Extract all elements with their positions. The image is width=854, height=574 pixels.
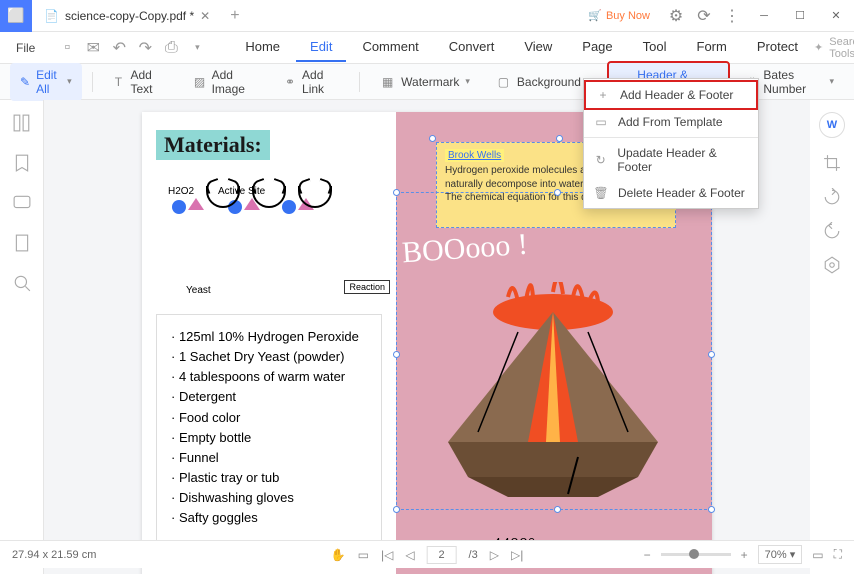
tab-form[interactable]: Form <box>683 33 741 62</box>
pdf-icon: 📄 <box>44 9 59 23</box>
maximize-button[interactable]: ☐ <box>786 2 814 30</box>
tab-home[interactable]: Home <box>231 33 294 62</box>
link-icon: ⚭ <box>284 74 296 89</box>
print-icon[interactable]: ⎙ <box>161 38 181 58</box>
template-icon: ▭ <box>594 115 608 129</box>
tab-view[interactable]: View <box>510 33 566 62</box>
wand-icon: ✦ <box>814 41 823 54</box>
page-input[interactable]: 2 <box>427 546 457 564</box>
rotate-right-icon[interactable] <box>823 188 841 206</box>
tab-edit[interactable]: Edit <box>296 33 346 62</box>
tab-convert[interactable]: Convert <box>435 33 509 62</box>
image-icon: ▨ <box>194 74 206 89</box>
buy-now-link[interactable]: 🛒 Buy Now <box>588 9 650 22</box>
crop-icon[interactable] <box>823 154 841 172</box>
word-badge-icon[interactable]: W <box>819 112 845 138</box>
rotate-left-icon[interactable] <box>823 222 841 240</box>
save-icon[interactable]: ▫ <box>57 38 77 58</box>
zoom-select[interactable]: 70% ▾ <box>758 545 803 564</box>
add-image-button[interactable]: ▨ Add Image <box>184 63 269 101</box>
materials-heading: Materials: <box>156 130 270 160</box>
text-icon: T <box>112 74 124 89</box>
zoom-slider[interactable] <box>661 553 731 556</box>
watermark-button[interactable]: ▦ Watermark ▾ <box>370 69 480 94</box>
app-logo-icon: ⬜ <box>0 0 32 32</box>
close-tab-icon[interactable]: ✕ <box>200 9 210 23</box>
next-page-button[interactable]: ▷ <box>490 548 499 562</box>
settings-icon[interactable] <box>823 256 841 274</box>
tab-tool[interactable]: Tool <box>629 33 681 62</box>
delete-header-footer-item[interactable]: 🗑 Delete Header & Footer <box>584 180 758 206</box>
hand-tool-icon[interactable]: ✋ <box>331 548 346 562</box>
thumbnails-icon[interactable] <box>13 114 31 132</box>
cart-icon: 🛒 <box>588 9 602 22</box>
fullscreen-icon[interactable]: ⛶ <box>834 547 842 562</box>
close-window-button[interactable]: ✕ <box>822 2 850 30</box>
prev-page-button[interactable]: ◁ <box>405 548 414 562</box>
plus-icon: + <box>596 88 610 102</box>
attachments-icon[interactable] <box>13 234 31 252</box>
new-tab-button[interactable]: + <box>222 7 247 25</box>
document-tab[interactable]: 📄 science-copy-Copy.pdf * ✕ <box>32 2 222 30</box>
tab-protect[interactable]: Protect <box>743 33 812 62</box>
add-from-template-item[interactable]: ▭ Add From Template <box>584 109 758 135</box>
trash-icon: 🗑 <box>594 186 608 200</box>
minimize-button[interactable]: ─ <box>750 2 778 30</box>
yeast-diagram: H2O2 Active Site Yeast Reaction <box>156 186 382 286</box>
tab-page[interactable]: Page <box>568 33 626 62</box>
refresh-icon: ↻ <box>594 153 607 167</box>
zoom-out-button[interactable]: − <box>644 548 651 562</box>
more-icon[interactable]: ⋮ <box>722 6 742 26</box>
add-text-button[interactable]: T Add Text <box>102 63 177 101</box>
tab-comment[interactable]: Comment <box>348 33 432 62</box>
page-total: /3 <box>469 549 478 561</box>
ingredients-list: · 125ml 10% Hydrogen Peroxide · 1 Sachet… <box>156 314 382 541</box>
search-icon[interactable] <box>13 274 31 292</box>
undo-icon[interactable]: ↶ <box>109 38 129 58</box>
first-page-button[interactable]: |◁ <box>381 548 393 562</box>
redo-icon[interactable]: ↷ <box>135 38 155 58</box>
file-menu[interactable]: File <box>6 37 45 59</box>
edit-all-button[interactable]: ✎ Edit All ▾ <box>10 63 82 101</box>
comments-icon[interactable] <box>13 194 31 212</box>
share-icon[interactable]: ⟳ <box>694 6 714 26</box>
watermark-icon: ▦ <box>380 74 395 89</box>
select-tool-icon[interactable]: ▭ <box>358 548 369 562</box>
edit-icon: ✎ <box>20 75 30 89</box>
header-footer-dropdown: + Add Header & Footer ▭ Add From Templat… <box>583 78 759 209</box>
mail-icon[interactable]: ✉ <box>83 38 103 58</box>
tab-filename: science-copy-Copy.pdf * <box>65 9 194 23</box>
gift-icon[interactable]: ⚙ <box>666 6 686 26</box>
last-page-button[interactable]: ▷| <box>511 548 523 562</box>
page-dimensions: 27.94 x 21.59 cm <box>12 549 96 561</box>
volcano-illustration <box>418 282 688 502</box>
add-header-footer-item[interactable]: + Add Header & Footer <box>584 80 758 110</box>
fit-width-icon[interactable]: ▭ <box>812 548 823 562</box>
update-header-footer-item[interactable]: ↻ Upadate Header & Footer <box>584 140 758 180</box>
bookmarks-icon[interactable] <box>13 154 31 172</box>
background-icon: ▢ <box>496 74 511 89</box>
search-tools[interactable]: ✦ Search Tools <box>814 36 854 60</box>
add-link-button[interactable]: ⚭ Add Link <box>274 63 349 101</box>
zoom-in-button[interactable]: + <box>741 548 748 562</box>
